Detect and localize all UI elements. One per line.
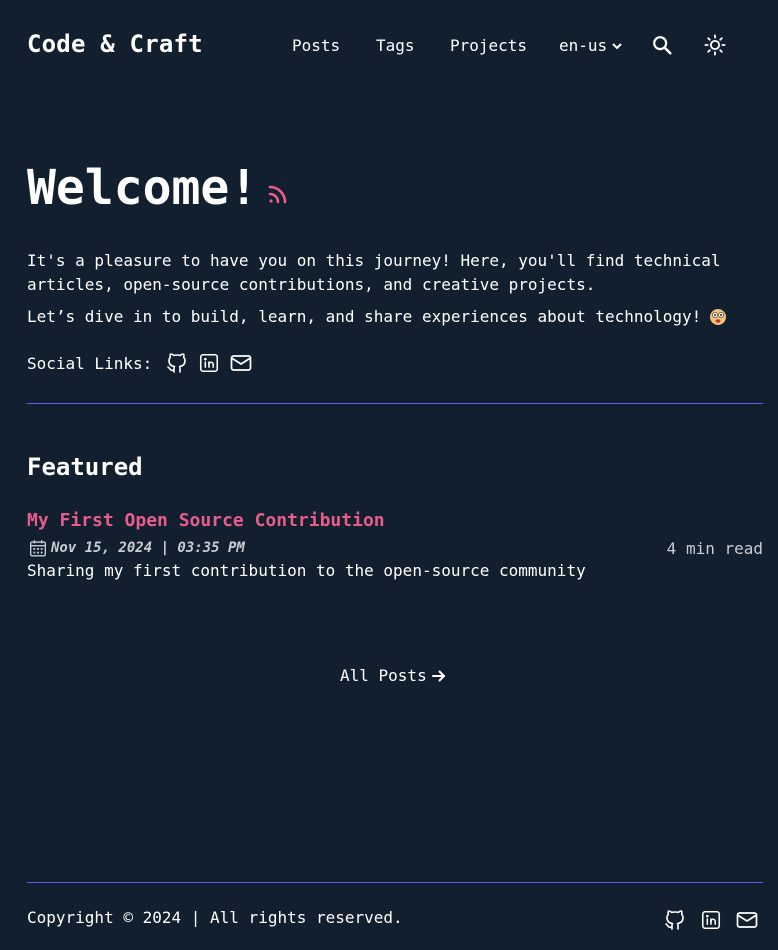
sun-icon[interactable] [702, 32, 728, 58]
footer-divider [27, 882, 763, 883]
github-icon[interactable] [164, 350, 190, 376]
nav-posts[interactable]: Posts [292, 36, 340, 55]
divider [27, 403, 763, 404]
language-label: en-us [559, 36, 608, 55]
footer-social-links [662, 907, 760, 933]
mail-icon[interactable] [734, 907, 760, 933]
arrow-right-icon [431, 668, 447, 684]
post-date-text: Nov 15, 2024 | 03:35 PM [51, 540, 245, 556]
all-posts-label: All Posts [340, 666, 427, 685]
post-date: Nov 15, 2024 | 03:35 PM [27, 537, 245, 559]
social-label: Social Links: [27, 353, 153, 373]
linkedin-icon[interactable] [698, 907, 724, 933]
intro-text-2: Let’s dive in to build, learn, and share… [27, 307, 702, 326]
read-time: 4 min read [666, 539, 763, 558]
copyright-text: Copyright © 2024 | All rights reserved. [27, 908, 403, 927]
page-title: Welcome! [27, 160, 259, 216]
rss-icon[interactable] [266, 182, 290, 206]
nav-projects[interactable]: Projects [450, 36, 527, 55]
search-icon[interactable] [649, 32, 675, 58]
social-links: Social Links: [27, 350, 254, 376]
linkedin-icon[interactable] [196, 350, 222, 376]
post-description: Sharing my first contribution to the ope… [27, 561, 586, 580]
nav-tags[interactable]: Tags [376, 36, 415, 55]
language-selector[interactable]: en-us [559, 36, 623, 55]
all-posts-link[interactable]: All Posts [340, 666, 447, 685]
intro-line-2: Let’s dive in to build, learn, and share… [27, 305, 767, 329]
mail-icon[interactable] [228, 350, 254, 376]
emoji-face-icon [709, 308, 727, 326]
calendar-icon [27, 537, 49, 559]
site-title[interactable]: Code & Craft [27, 30, 203, 58]
github-icon[interactable] [662, 907, 688, 933]
featured-heading: Featured [27, 453, 143, 481]
post-title-link[interactable]: My First Open Source Contribution [27, 510, 385, 531]
intro-text: It's a pleasure to have you on this jour… [27, 251, 721, 294]
chevron-down-icon [611, 40, 623, 52]
